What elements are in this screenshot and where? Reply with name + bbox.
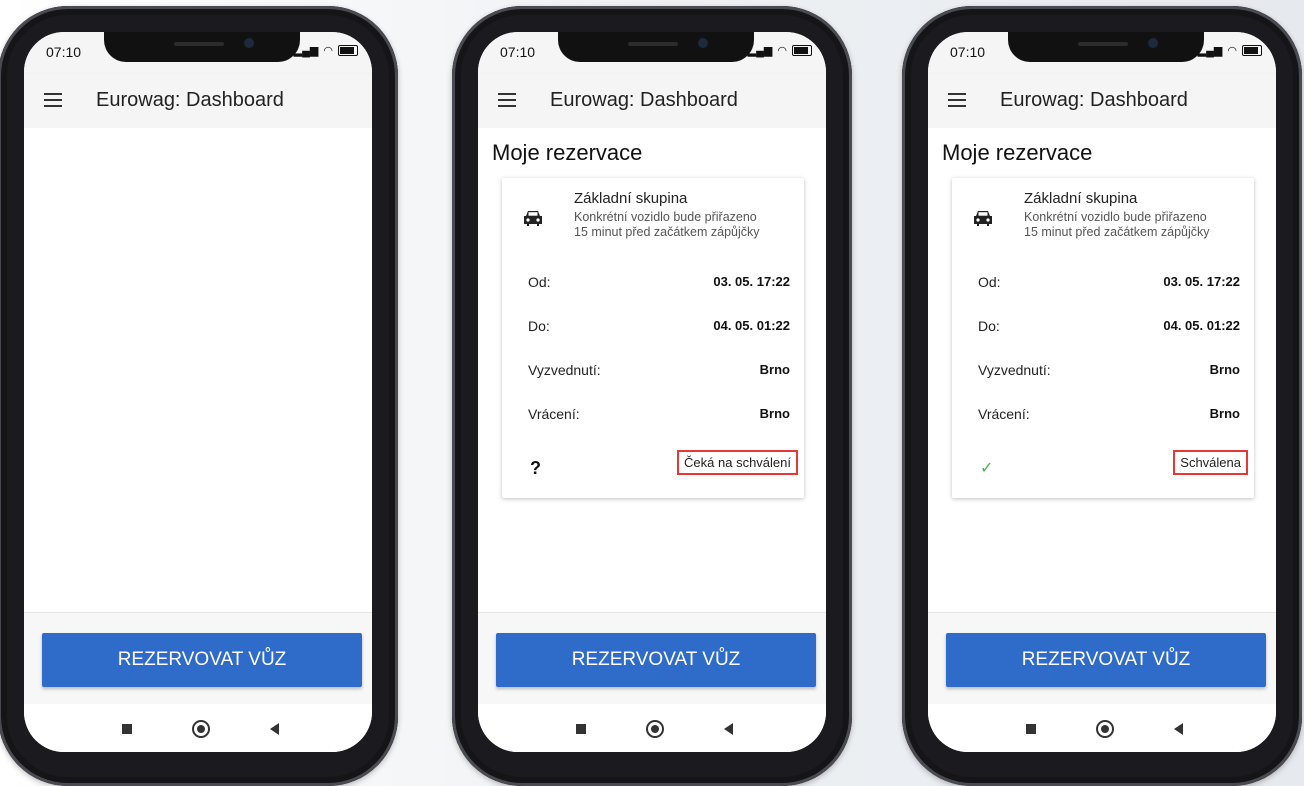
section-title: Moje rezervace xyxy=(492,140,643,165)
reservation-card[interactable]: Základní skupina Konkrétní vozidlo bude … xyxy=(502,178,804,498)
signal-icon: ▂▄▆ xyxy=(293,45,319,57)
row-from: Od: 03. 05. 17:22 xyxy=(978,274,1240,294)
from-value: 03. 05. 17:22 xyxy=(713,274,790,289)
return-label: Vrácení: xyxy=(528,406,580,422)
status-time: 07:10 xyxy=(950,44,986,60)
phone-frame-approved: 07:10 ▂▄▆ ◠ Eurowag: Dashboard Moje reze… xyxy=(902,6,1302,786)
system-icons: ▂▄▆ ◠ xyxy=(748,44,812,57)
battery-icon xyxy=(1242,45,1262,56)
section-title: Moje rezervace xyxy=(942,140,1093,165)
row-pickup: Vyzvednutí: Brno xyxy=(528,362,790,382)
note-line: Konkrétní vozidlo bude přiřazeno xyxy=(1024,210,1207,224)
car-group-name: Základní skupina xyxy=(574,190,688,207)
battery-icon xyxy=(792,45,812,56)
notch xyxy=(1008,32,1204,62)
row-from: Od: 03. 05. 17:22 xyxy=(528,274,790,294)
dashboard-content: Moje rezervace Základní skupina Konkrétn… xyxy=(478,128,826,612)
reservation-card[interactable]: Základní skupina Konkrétní vozidlo bude … xyxy=(952,178,1254,498)
app-bar: Eurowag: Dashboard xyxy=(928,74,1276,128)
status-badge: Čeká na schválení xyxy=(677,450,798,475)
to-label: Do: xyxy=(528,318,550,334)
menu-icon[interactable] xyxy=(44,93,62,107)
app-title: Eurowag: Dashboard xyxy=(550,89,738,111)
app-title: Eurowag: Dashboard xyxy=(1000,89,1188,111)
note-line: 15 minut před začátkem zápůjčky xyxy=(1024,225,1210,239)
car-icon xyxy=(974,211,992,226)
phone-frame-pending: 07:10 ▂▄▆ ◠ Eurowag: Dashboard Moje reze… xyxy=(452,6,852,786)
status-time: 07:10 xyxy=(500,44,536,60)
bottom-action-area: REZERVOVAT VŮZ xyxy=(928,612,1276,705)
battery-icon xyxy=(338,45,358,56)
wifi-icon: ◠ xyxy=(777,45,787,57)
system-nav-bar xyxy=(928,704,1276,752)
nav-back-icon[interactable] xyxy=(724,723,733,735)
reserve-car-button[interactable]: REZERVOVAT VŮZ xyxy=(42,633,362,687)
dashboard-content: Moje rezervace Základní skupina Konkrétn… xyxy=(928,128,1276,612)
row-to: Do: 04. 05. 01:22 xyxy=(978,318,1240,338)
pickup-value: Brno xyxy=(759,362,790,377)
car-icon xyxy=(524,211,542,226)
to-value: 04. 05. 01:22 xyxy=(713,318,790,333)
from-value: 03. 05. 17:22 xyxy=(1163,274,1240,289)
bottom-action-area: REZERVOVAT VŮZ xyxy=(478,612,826,705)
nav-recents-icon[interactable] xyxy=(576,724,586,734)
screen: 07:10 ▂▄▆ ◠ Eurowag: Dashboard REZERVOVA… xyxy=(24,32,372,752)
pickup-label: Vyzvednutí: xyxy=(528,362,601,378)
row-pickup: Vyzvednutí: Brno xyxy=(978,362,1240,382)
notch xyxy=(104,32,300,62)
nav-home-icon[interactable] xyxy=(192,720,210,738)
app-title: Eurowag: Dashboard xyxy=(96,89,284,111)
app-bar: Eurowag: Dashboard xyxy=(478,74,826,128)
car-group-name: Základní skupina xyxy=(1024,190,1138,207)
screen: 07:10 ▂▄▆ ◠ Eurowag: Dashboard Moje reze… xyxy=(928,32,1276,752)
app-bar: Eurowag: Dashboard xyxy=(24,74,372,128)
row-return: Vrácení: Brno xyxy=(978,406,1240,426)
status-time: 07:10 xyxy=(46,44,82,60)
nav-recents-icon[interactable] xyxy=(1026,724,1036,734)
screen: 07:10 ▂▄▆ ◠ Eurowag: Dashboard Moje reze… xyxy=(478,32,826,752)
status-bar: 07:10 ▂▄▆ ◠ xyxy=(24,32,372,74)
wifi-icon: ◠ xyxy=(323,45,333,57)
to-label: Do: xyxy=(978,318,1000,334)
signal-icon: ▂▄▆ xyxy=(747,45,773,57)
status-badge: Schválena xyxy=(1173,450,1248,475)
system-nav-bar xyxy=(478,704,826,752)
row-to: Do: 04. 05. 01:22 xyxy=(528,318,790,338)
system-nav-bar xyxy=(24,704,372,752)
menu-icon[interactable] xyxy=(948,93,966,107)
nav-home-icon[interactable] xyxy=(646,720,664,738)
nav-back-icon[interactable] xyxy=(270,723,279,735)
pickup-label: Vyzvednutí: xyxy=(978,362,1051,378)
note-line: Konkrétní vozidlo bude přiřazeno xyxy=(574,210,757,224)
return-value: Brno xyxy=(759,406,790,421)
dashboard-content xyxy=(24,128,372,612)
system-icons: ▂▄▆ ◠ xyxy=(294,44,358,57)
notch xyxy=(558,32,754,62)
bottom-action-area: REZERVOVAT VŮZ xyxy=(24,612,372,705)
return-value: Brno xyxy=(1209,406,1240,421)
question-icon: ? xyxy=(530,458,541,478)
nav-home-icon[interactable] xyxy=(1096,720,1114,738)
pickup-value: Brno xyxy=(1209,362,1240,377)
note-line: 15 minut před začátkem zápůjčky xyxy=(574,225,760,239)
system-icons: ▂▄▆ ◠ xyxy=(1198,44,1262,57)
row-return: Vrácení: Brno xyxy=(528,406,790,426)
car-group-note: Konkrétní vozidlo bude přiřazeno 15 minu… xyxy=(574,210,794,240)
from-label: Od: xyxy=(978,274,1001,290)
from-label: Od: xyxy=(528,274,551,290)
reserve-car-button[interactable]: REZERVOVAT VŮZ xyxy=(946,633,1266,687)
status-bar: 07:10 ▂▄▆ ◠ xyxy=(478,32,826,74)
phone-frame-empty: 07:10 ▂▄▆ ◠ Eurowag: Dashboard REZERVOVA… xyxy=(0,6,398,786)
return-label: Vrácení: xyxy=(978,406,1030,422)
signal-icon: ▂▄▆ xyxy=(1197,45,1223,57)
nav-recents-icon[interactable] xyxy=(122,724,132,734)
to-value: 04. 05. 01:22 xyxy=(1163,318,1240,333)
nav-back-icon[interactable] xyxy=(1174,723,1183,735)
wifi-icon: ◠ xyxy=(1227,45,1237,57)
menu-icon[interactable] xyxy=(498,93,516,107)
status-bar: 07:10 ▂▄▆ ◠ xyxy=(928,32,1276,74)
car-group-note: Konkrétní vozidlo bude přiřazeno 15 minu… xyxy=(1024,210,1244,240)
reserve-car-button[interactable]: REZERVOVAT VŮZ xyxy=(496,633,816,687)
check-icon: ✓ xyxy=(980,460,994,477)
